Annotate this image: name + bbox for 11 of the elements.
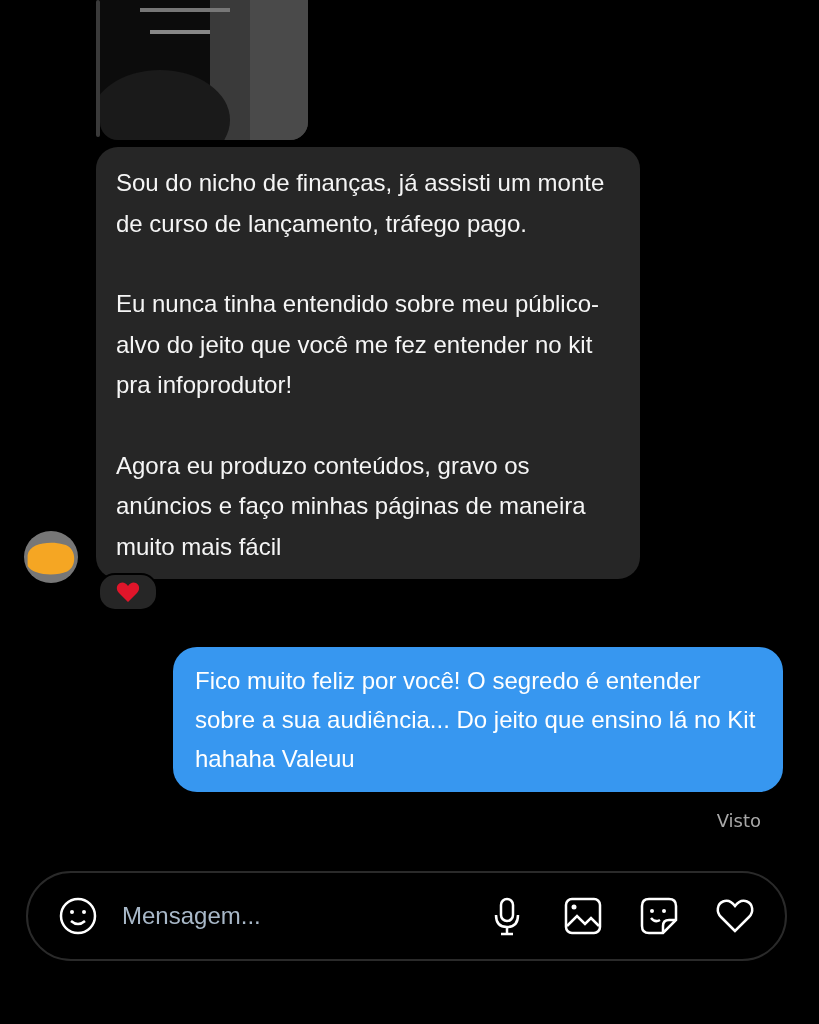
message-text: Agora eu produzo conteúdos, gravo os anúncios e faço minhas páginas de maneira muito mais fácil: [116, 450, 587, 562]
heart-icon: [116, 581, 140, 603]
message-field[interactable]: Mensagem...: [120, 901, 465, 931]
seen-status: Visto: [716, 810, 761, 831]
message-text: Fico muito feliz por você! O segredo é entender sobre a sua audiência... Do jeito que ensino lá no Kit hahaha Valeuu: [195, 666, 757, 774]
emoji-icon[interactable]: [58, 896, 98, 936]
message-text: Eu nunca tinha entendido sobre meu público-alvo do jeito que você me fez entender no kit pra infoprodutor!: [116, 289, 600, 400]
avatar[interactable]: [24, 531, 78, 583]
message-text: Sou do nicho de finanças, já assisti um monte de curso de lançamento, tráfego pago.: [116, 168, 606, 239]
image-icon[interactable]: [563, 896, 603, 936]
sticker-icon[interactable]: [639, 896, 679, 936]
